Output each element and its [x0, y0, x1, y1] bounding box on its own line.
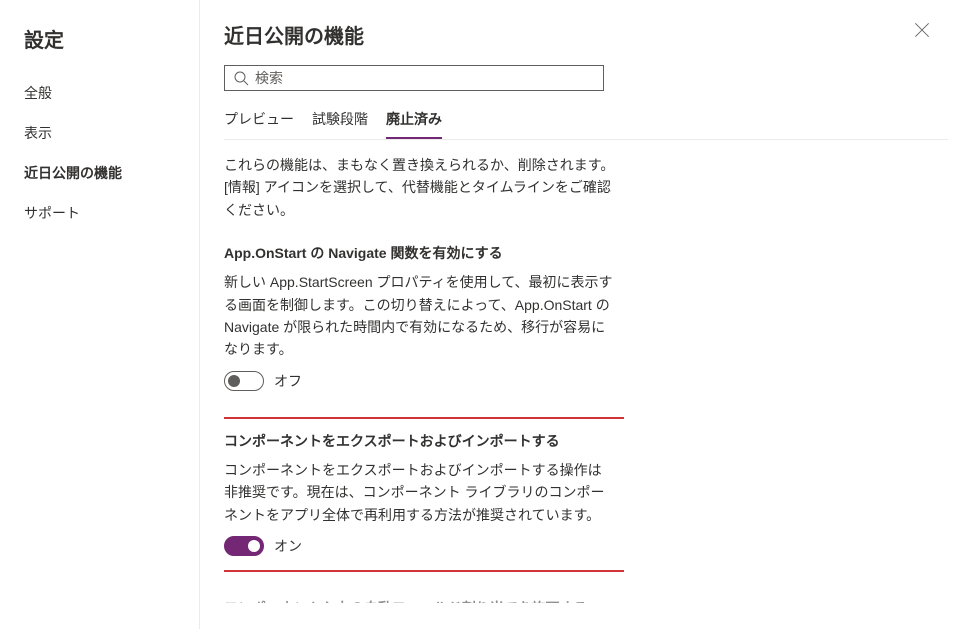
close-button[interactable]	[912, 20, 936, 44]
tab-experimental[interactable]: 試験段階	[312, 109, 368, 139]
close-icon	[912, 20, 932, 40]
settings-sidebar: 設定 全般 表示 近日公開の機能 サポート	[0, 0, 200, 629]
main-panel: 近日公開の機能 プレビュー 試験段階 廃止済み これらの機能は、まもなく置き換え…	[200, 0, 972, 629]
feature-desc: 新しい App.StartScreen プロパティを使用して、最初に表示する画面…	[224, 271, 616, 361]
toggle-export-import-components[interactable]	[224, 536, 264, 556]
feature-title: コンポーネント入力の自動フィールド割り当てを許可する	[224, 598, 616, 603]
toggle-state-label: オフ	[274, 371, 302, 391]
tabs: プレビュー 試験段階 廃止済み	[224, 109, 948, 140]
sidebar-item-upcoming-features[interactable]: 近日公開の機能	[0, 153, 199, 193]
sidebar-item-general[interactable]: 全般	[0, 73, 199, 113]
content-scroll[interactable]: これらの機能は、まもなく置き換えられるか、削除されます。[情報] アイコンを選択…	[224, 154, 624, 603]
search-box[interactable]	[224, 65, 604, 91]
sidebar-item-display[interactable]: 表示	[0, 113, 199, 153]
toggle-state-label: オン	[274, 536, 302, 556]
feature-desc: コンポーネントをエクスポートおよびインポートする操作は非推奨です。現在は、コンポ…	[224, 459, 610, 526]
feature-title: コンポーネントをエクスポートおよびインポートする	[224, 431, 610, 451]
sidebar-item-support[interactable]: サポート	[0, 193, 199, 233]
feature-component-auto-field-assignment: コンポーネント入力の自動フィールド割り当てを許可する 不正な名前のフィールドを含…	[224, 598, 616, 603]
page-title: 近日公開の機能	[224, 20, 948, 49]
feature-export-import-components: コンポーネントをエクスポートおよびインポートする コンポーネントをエクスポートお…	[224, 417, 624, 572]
search-icon	[233, 70, 249, 86]
sidebar-title: 設定	[0, 24, 199, 73]
toggle-app-onstart-navigate[interactable]	[224, 371, 264, 391]
tab-retired[interactable]: 廃止済み	[386, 109, 442, 139]
intro-text: これらの機能は、まもなく置き換えられるか、削除されます。[情報] アイコンを選択…	[224, 154, 616, 221]
search-input[interactable]	[255, 70, 595, 86]
feature-title: App.OnStart の Navigate 関数を有効にする	[224, 243, 616, 263]
tab-preview[interactable]: プレビュー	[224, 109, 294, 139]
feature-app-onstart-navigate: App.OnStart の Navigate 関数を有効にする 新しい App.…	[224, 243, 616, 391]
